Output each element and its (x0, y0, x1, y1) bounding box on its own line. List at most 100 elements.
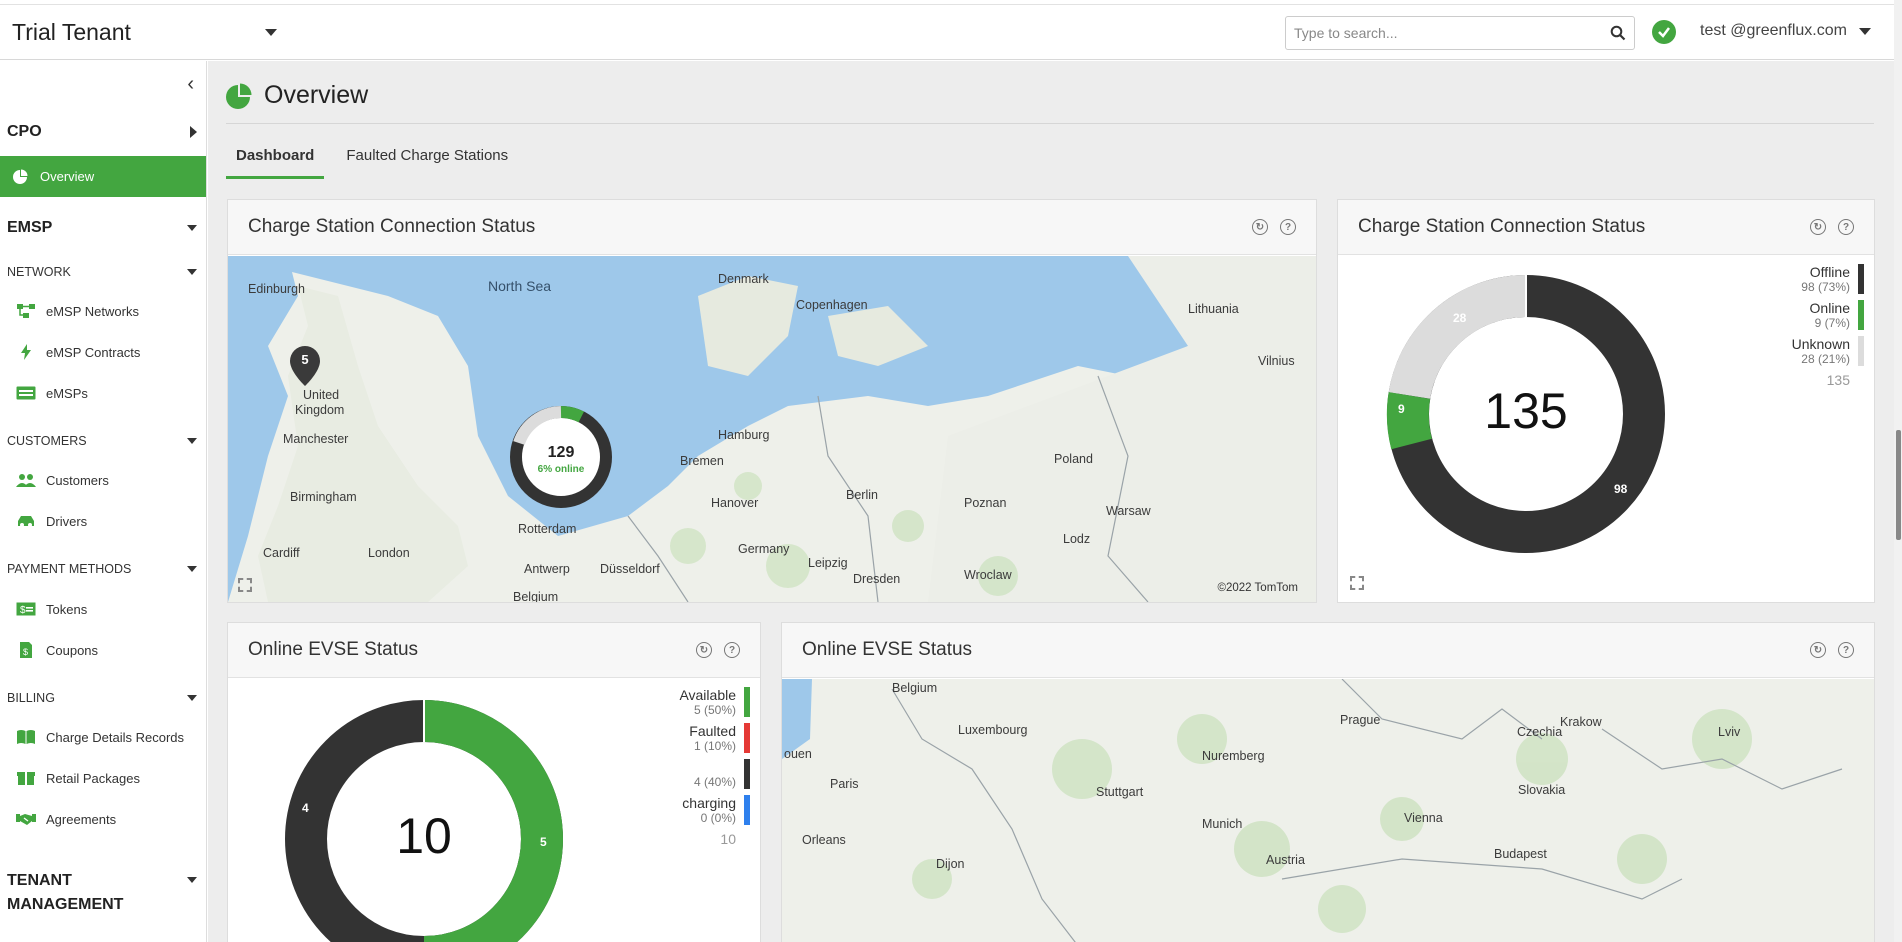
legend-item-offline[interactable]: Offline 98 (73%) (1792, 264, 1864, 294)
network-icon (16, 303, 36, 319)
map-label: Poznan (964, 496, 1007, 510)
sidebar-group-customers[interactable]: CUSTOMERS (7, 434, 197, 448)
expand-icon[interactable] (1350, 576, 1364, 590)
sidebar-section-tenant-management[interactable]: TENANT MANAGEMENT (7, 869, 197, 917)
refresh-icon[interactable]: ↻ (1810, 642, 1826, 658)
card-tools: ↻ ? (1810, 642, 1854, 658)
search-icon[interactable] (1610, 25, 1626, 41)
collapse-sidebar-icon[interactable]: ‹ (187, 73, 194, 96)
svg-text:$: $ (20, 605, 26, 616)
online-evse-donut-card: Online EVSE Status ↻ ? 10 5 4 Available 5… (227, 622, 761, 942)
expand-icon[interactable] (238, 578, 252, 592)
legend-item-faulted[interactable]: Faulted 1 (10%) (679, 723, 750, 753)
card-header: Online EVSE Status ↻ ? (782, 623, 1874, 678)
help-icon[interactable]: ? (1838, 219, 1854, 235)
sidebar-item-label: Tokens (46, 601, 88, 617)
donut-total: 10 (396, 808, 452, 864)
refresh-icon[interactable]: ↻ (1252, 219, 1268, 235)
map-pin-cluster[interactable]: 5 (290, 346, 320, 391)
sidebar-section-cpo[interactable]: CPO (7, 123, 197, 141)
tenant-name: Trial Tenant (12, 18, 131, 45)
sidebar-group-billing[interactable]: BILLING (7, 691, 197, 705)
chevron-down-icon (1858, 27, 1871, 35)
legend-item-unnamed[interactable]: 4 (40%) (679, 759, 750, 789)
legend-value: 5 (50%) (693, 703, 736, 717)
sidebar-item-label: eMSPs (46, 385, 88, 401)
tab-dashboard[interactable]: Dashboard (226, 139, 325, 179)
sidebar-item-label: Customers (46, 472, 109, 488)
tab-faulted-charge-stations[interactable]: Faulted Charge Stations (336, 139, 518, 179)
legend-name (694, 759, 736, 775)
card-title: Charge Station Connection Status (248, 216, 536, 237)
sidebar-section-label: EMSP (7, 219, 53, 236)
sidebar: ‹ CPO Overview EMSP NETWORK eMSP Network… (0, 61, 207, 942)
map-label: Bremen (680, 454, 724, 468)
refresh-icon[interactable]: ↻ (1810, 219, 1826, 235)
refresh-icon[interactable]: ↻ (696, 642, 712, 658)
card-title: Online EVSE Status (802, 639, 973, 660)
map-cluster[interactable]: 129 6% online (506, 402, 616, 512)
sidebar-group-payment-methods[interactable]: PAYMENT METHODS (7, 562, 197, 576)
legend-item-unknown[interactable]: Unknown 28 (21%) (1792, 336, 1864, 366)
cluster-online-pct: 6% online (537, 464, 585, 475)
map-label: Berlin (846, 488, 878, 502)
legend-value: 9 (7%) (1814, 316, 1850, 330)
legend-item-available[interactable]: Available 5 (50%) (679, 687, 750, 717)
sidebar-item-emsp-networks[interactable]: eMSP Networks (16, 303, 139, 319)
status-ok-icon (1652, 20, 1676, 44)
search-input[interactable] (1294, 25, 1610, 41)
scrollbar-thumb[interactable] (1896, 430, 1901, 540)
map-label: Krakow (1560, 715, 1602, 729)
sidebar-item-customers[interactable]: Customers (16, 472, 109, 488)
legend-value: 98 (73%) (1801, 280, 1850, 294)
car-icon (16, 513, 36, 529)
donut-chart: 135 98 9 28 (1386, 274, 1666, 554)
help-icon[interactable]: ? (1838, 642, 1854, 658)
chevron-down-icon (187, 438, 197, 444)
map-label: Poland (1054, 452, 1093, 466)
legend-item-online[interactable]: Online 9 (7%) (1792, 300, 1864, 330)
connection-status-donut-card: Charge Station Connection Status ↻ ? 135… (1337, 199, 1875, 603)
divider (226, 123, 1874, 124)
sidebar-item-emsps[interactable]: eMSPs (16, 385, 88, 401)
card-title: Charge Station Connection Status (1358, 216, 1646, 237)
donut-legend: Available 5 (50%) Faulted 1 (10%) 4 (40%) … (679, 687, 750, 847)
map-label: Copenhagen (796, 298, 868, 312)
card-header: Charge Station Connection Status ↻ ? (1338, 200, 1874, 255)
legend-swatch (1858, 336, 1864, 366)
sidebar-section-emsp[interactable]: EMSP (7, 219, 197, 237)
sidebar-item-charge-details-records[interactable]: Charge Details Records (16, 729, 184, 745)
map-view[interactable]: North Sea Edinburgh Denmark Copenhagen L… (228, 256, 1316, 602)
pin-count: 5 (301, 352, 309, 367)
page-header: Overview (226, 81, 368, 110)
online-evse-map-card: Online EVSE Status ↻ ? Belgium Luxembour… (781, 622, 1875, 942)
user-menu[interactable]: test @greenflux.com (1700, 22, 1871, 40)
sidebar-item-retail-packages[interactable]: Retail Packages (16, 770, 140, 786)
sidebar-item-label: Drivers (46, 513, 88, 529)
sidebar-item-agreements[interactable]: Agreements (16, 811, 116, 827)
sidebar-item-overview[interactable]: Overview (0, 156, 206, 197)
legend-name: Online (1809, 300, 1850, 316)
sidebar-item-label: Agreements (46, 811, 117, 827)
sidebar-item-drivers[interactable]: Drivers (16, 513, 87, 529)
map-view[interactable]: Belgium Luxembourg Prague Czechia Krakow… (782, 679, 1874, 942)
sidebar-item-coupons[interactable]: $ Coupons (16, 642, 98, 658)
map-label: Hamburg (718, 428, 770, 442)
sidebar-group-network[interactable]: NETWORK (7, 265, 197, 279)
help-icon[interactable]: ? (724, 642, 740, 658)
sidebar-item-emsp-contracts[interactable]: eMSP Contracts (16, 344, 140, 360)
map-label: Warsaw (1106, 504, 1151, 518)
map-label: Lithuania (1188, 302, 1239, 316)
map-label: Munich (1202, 817, 1243, 831)
chevron-down-icon (187, 877, 197, 883)
map-label: Dresden (853, 572, 901, 586)
map-background (782, 679, 1874, 942)
sidebar-item-tokens[interactable]: $ Tokens (16, 601, 87, 617)
pie-chart-icon (226, 83, 252, 109)
legend-item-charging[interactable]: charging 0 (0%) (679, 795, 750, 825)
sidebar-section-label-line2: MANAGEMENT (7, 896, 124, 913)
chevron-right-icon (190, 126, 197, 138)
tenant-selector[interactable]: Trial Tenant (12, 19, 277, 46)
card-tools: ↻ ? (1810, 219, 1854, 235)
help-icon[interactable]: ? (1280, 219, 1296, 235)
